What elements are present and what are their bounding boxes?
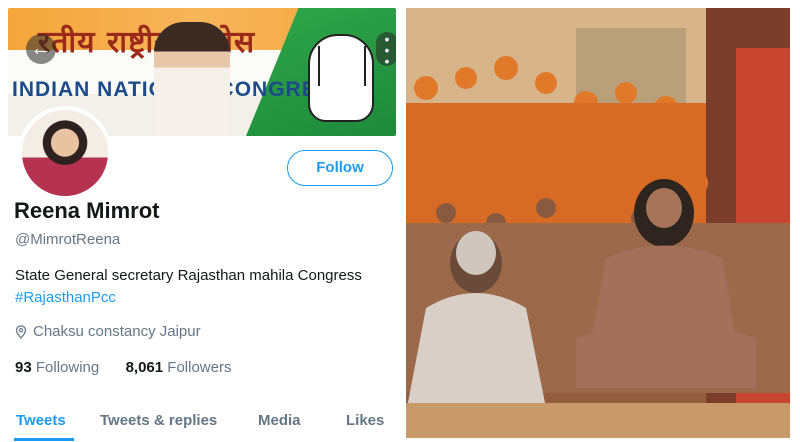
tab-likes[interactable]: Likes <box>346 412 384 429</box>
more-options-button[interactable]: • • • <box>376 31 396 69</box>
followers-link[interactable]: 8,061 Followers <box>126 359 232 376</box>
profile-handle: @MimrotReena <box>15 231 121 248</box>
followers-count: 8,061 <box>125 359 164 376</box>
bio-hashtag-link[interactable]: #RajasthanPcc <box>15 289 116 306</box>
back-button[interactable]: ← <box>26 34 56 64</box>
follow-button[interactable]: Follow <box>287 150 393 186</box>
profile-tabs: Tweets Tweets & replies Media Likes <box>0 404 404 442</box>
arrow-left-icon: ← <box>30 35 52 60</box>
tab-tweets[interactable]: Tweets <box>16 412 66 429</box>
location-pin-icon <box>15 324 27 339</box>
following-link[interactable]: 93 Following <box>15 359 99 376</box>
profile-location: Chaksu constancy Jaipur <box>15 323 201 340</box>
twitter-profile-screenshot: रतीय राष्ट्रीय कांग्रेस INDIAN NATIONAL … <box>0 0 404 442</box>
location-text: Chaksu constancy Jaipur <box>33 323 201 340</box>
profile-name: Reena Mimrot <box>14 198 160 223</box>
following-label: Following <box>35 359 100 376</box>
sadhus-crowd-photo <box>406 8 790 438</box>
active-tab-indicator <box>14 438 74 441</box>
tab-media[interactable]: Media <box>258 412 301 429</box>
avatar[interactable] <box>18 106 112 200</box>
crowd-illustration <box>406 8 790 438</box>
bio-text: State General secretary Rajasthan mahila… <box>15 267 362 284</box>
banner-person-photo <box>154 22 230 136</box>
tab-tweets-replies[interactable]: Tweets & replies <box>100 412 217 429</box>
profile-stats: 93 Following 8,061 Followers <box>15 359 231 376</box>
profile-bio: State General secretary Rajasthan mahila… <box>15 265 395 309</box>
followers-label: Followers <box>167 359 232 376</box>
following-count: 93 <box>15 359 32 376</box>
more-vertical-icon: • • • <box>384 31 390 69</box>
congress-hand-logo <box>308 34 374 122</box>
